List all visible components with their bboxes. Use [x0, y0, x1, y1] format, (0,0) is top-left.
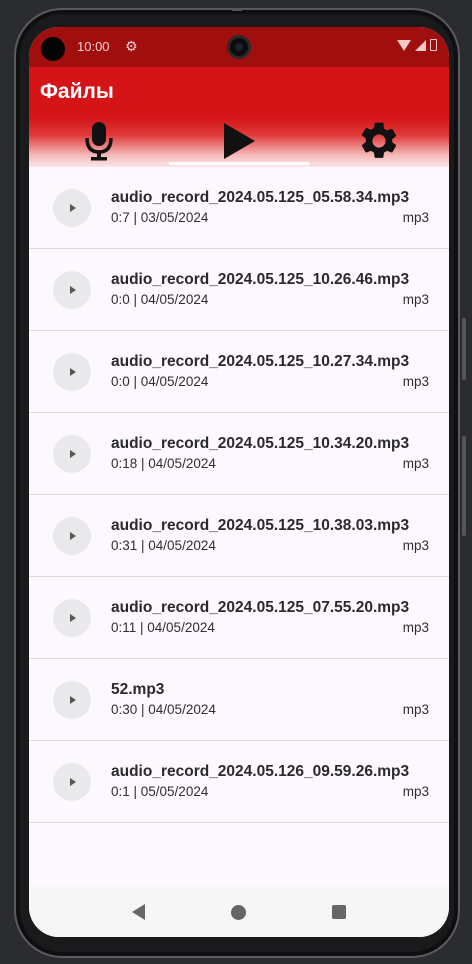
play-button[interactable] [53, 763, 91, 801]
play-icon [70, 368, 76, 376]
back-icon[interactable] [132, 904, 145, 920]
play-button[interactable] [53, 435, 91, 473]
file-name: audio_record_2024.05.125_05.58.34.mp3 [111, 189, 410, 206]
play-icon [70, 778, 76, 786]
list-item[interactable]: audio_record_2024.05.126_09.59.26.mp3 0:… [29, 741, 449, 823]
file-meta: 0:1 | 05/05/2024 [111, 784, 209, 799]
camera-dot [41, 37, 65, 61]
phone-top-edge [232, 8, 242, 11]
file-ext: mp3 [402, 784, 429, 799]
tab-settings[interactable] [309, 115, 449, 167]
file-ext: mp3 [402, 292, 429, 307]
file-name: audio_record_2024.05.125_07.55.20.mp3 [111, 599, 410, 616]
list-item[interactable]: 52.mp3 0:30 | 04/05/2024 mp3 [29, 659, 449, 741]
screen: 10:00 ⚙ Файлы audio_record_2024.05.125_0… [29, 27, 449, 937]
file-meta: 0:0 | 04/05/2024 [111, 374, 209, 389]
battery-icon [430, 39, 437, 51]
volume-button [462, 436, 466, 536]
front-camera [227, 35, 251, 59]
file-name: audio_record_2024.05.126_09.59.26.mp3 [111, 763, 410, 780]
system-icons [397, 39, 437, 51]
play-icon [70, 450, 76, 458]
settings-notification-icon: ⚙ [125, 38, 138, 54]
file-meta: 0:31 | 04/05/2024 [111, 538, 216, 553]
file-name: audio_record_2024.05.125_10.38.03.mp3 [111, 517, 410, 534]
file-meta: 0:18 | 04/05/2024 [111, 456, 216, 471]
list-item[interactable]: audio_record_2024.05.125_07.55.20.mp3 0:… [29, 577, 449, 659]
file-meta: 0:7 | 03/05/2024 [111, 210, 209, 225]
play-icon [70, 696, 76, 704]
recents-icon[interactable] [332, 905, 346, 919]
list-item[interactable]: audio_record_2024.05.125_10.26.46.mp3 0:… [29, 249, 449, 331]
list-item[interactable]: audio_record_2024.05.125_05.58.34.mp3 0:… [29, 167, 449, 249]
list-item[interactable]: audio_record_2024.05.125_10.27.34.mp3 0:… [29, 331, 449, 413]
system-nav-bar [29, 887, 449, 937]
app-bar: Файлы [29, 67, 449, 167]
file-ext: mp3 [402, 374, 429, 389]
file-meta: 0:30 | 04/05/2024 [111, 702, 216, 717]
file-name: audio_record_2024.05.125_10.27.34.mp3 [111, 353, 410, 370]
wifi-icon [397, 39, 411, 51]
page-title: Файлы [40, 80, 114, 103]
home-icon[interactable] [231, 904, 246, 920]
power-button [462, 318, 466, 380]
file-name: audio_record_2024.05.125_10.34.20.mp3 [111, 435, 410, 452]
file-meta: 0:0 | 04/05/2024 [111, 292, 209, 307]
signal-icon [415, 39, 426, 51]
play-icon [70, 204, 76, 212]
play-button[interactable] [53, 189, 91, 227]
play-button[interactable] [53, 517, 91, 555]
file-list: audio_record_2024.05.125_05.58.34.mp3 0:… [29, 167, 449, 823]
list-item[interactable]: audio_record_2024.05.125_10.38.03.mp3 0:… [29, 495, 449, 577]
tab-record[interactable] [29, 115, 169, 167]
status-time: 10:00 [77, 39, 110, 54]
tab-files[interactable] [169, 115, 309, 167]
play-icon [70, 532, 76, 540]
file-meta: 0:11 | 04/05/2024 [111, 620, 215, 635]
file-ext: mp3 [402, 538, 429, 553]
play-button[interactable] [53, 353, 91, 391]
file-name: audio_record_2024.05.125_10.26.46.mp3 [111, 271, 410, 288]
play-icon [70, 614, 76, 622]
play-button[interactable] [53, 599, 91, 637]
tab-bar [29, 115, 449, 167]
play-button[interactable] [53, 681, 91, 719]
mic-icon [85, 122, 113, 161]
file-ext: mp3 [402, 210, 429, 225]
file-name: 52.mp3 [111, 681, 165, 698]
play-icon [70, 286, 76, 294]
file-ext: mp3 [402, 456, 429, 471]
play-button[interactable] [53, 271, 91, 309]
file-ext: mp3 [402, 620, 429, 635]
list-item[interactable]: audio_record_2024.05.125_10.34.20.mp3 0:… [29, 413, 449, 495]
settings-icon [361, 122, 397, 158]
file-ext: mp3 [402, 702, 429, 717]
status-bar: 10:00 ⚙ [29, 27, 449, 67]
play-icon [224, 123, 255, 159]
